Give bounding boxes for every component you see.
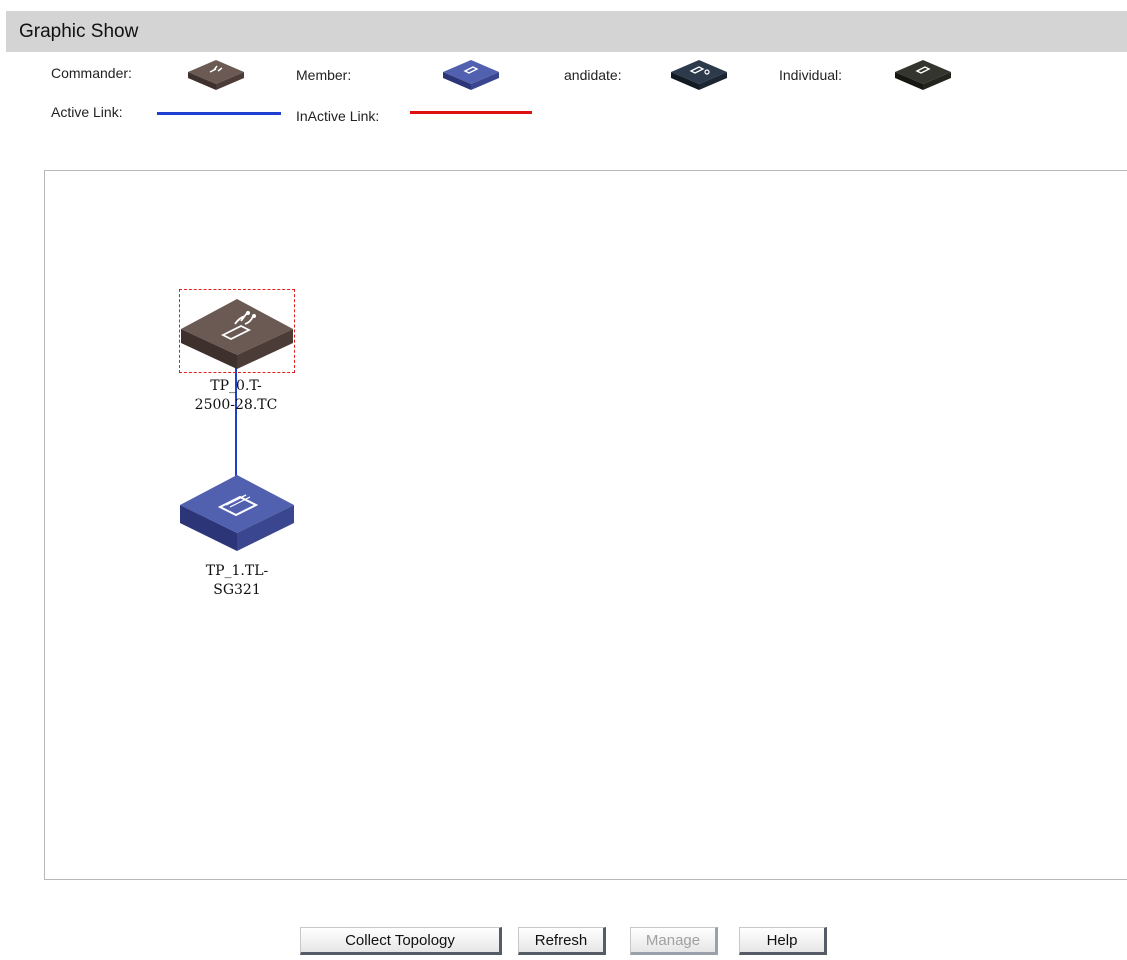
page-title: Graphic Show — [6, 11, 1127, 52]
member-legend-icon — [443, 60, 499, 90]
refresh-button[interactable]: Refresh — [518, 927, 606, 955]
legend-inactive-link-label: InActive Link: — [296, 108, 380, 124]
help-button[interactable]: Help — [739, 927, 827, 955]
topology-canvas[interactable]: TP_0.T- 2500-28.TC TP_1.TL- SG321 — [44, 170, 1127, 880]
selected-node-outline — [179, 289, 295, 373]
member-node-label-line1: TP_1.TL- — [205, 563, 269, 579]
commander-node-label-line2: 2500-28.TC — [194, 397, 278, 413]
member-node-label-line2: SG321 — [213, 582, 261, 598]
member-switch-icon[interactable] — [178, 471, 296, 559]
manage-button[interactable]: Manage — [630, 927, 718, 955]
legend-candidate-label: andidate: — [564, 67, 622, 83]
legend-commander-label: Commander: — [51, 65, 132, 81]
active-link-line — [157, 112, 281, 115]
candidate-legend-icon — [671, 60, 727, 90]
individual-legend-icon — [895, 60, 951, 90]
inactive-link-line — [410, 111, 532, 114]
legend-individual-label: Individual: — [779, 67, 843, 83]
legend-member-label: Member: — [296, 67, 352, 83]
page: Graphic Show Commander: Member: andidate… — [0, 0, 1127, 960]
commander-node-label-line1: TP_0.T- — [210, 378, 262, 394]
collect-topology-button[interactable]: Collect Topology — [300, 927, 502, 955]
commander-legend-icon — [188, 60, 244, 90]
legend-active-link-label: Active Link: — [51, 104, 123, 120]
